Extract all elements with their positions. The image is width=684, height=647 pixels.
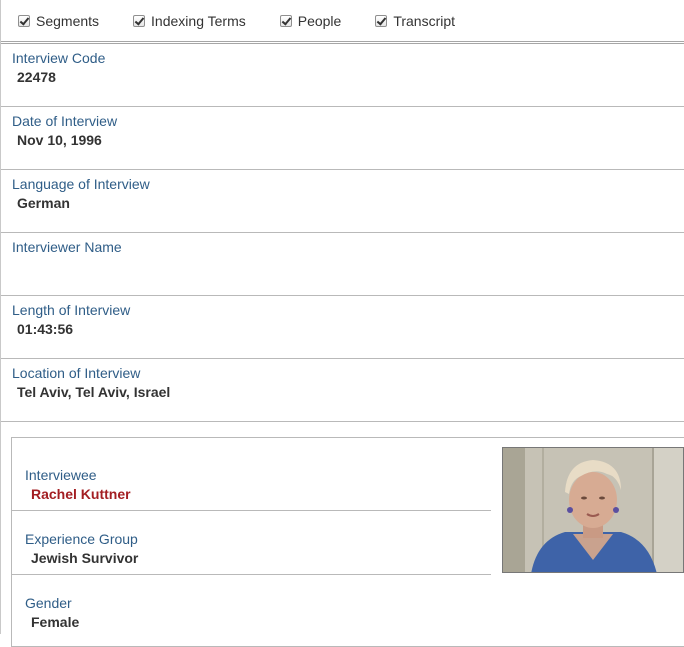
- people-label: People: [297, 12, 342, 29]
- transcript-label: Transcript: [393, 12, 456, 29]
- language-label: Language of Interview: [12, 176, 150, 192]
- indexing-terms-label: Indexing Terms: [151, 12, 246, 29]
- length-value: 01:43:56: [17, 321, 74, 337]
- gender-value: Female: [31, 614, 80, 630]
- interviewee-photo[interactable]: [502, 447, 684, 573]
- location-label: Location of Interview: [12, 365, 141, 381]
- length-row: Length of Interview 01:43:56: [1, 296, 684, 359]
- segments-filter[interactable]: Segments: [18, 13, 99, 29]
- experience-group-value: Jewish Survivor: [31, 550, 139, 566]
- indexing-terms-checkbox[interactable]: [133, 14, 146, 27]
- interview-code-row: Interview Code 22478: [1, 44, 684, 107]
- interviewee-row: Interviewee Rachel Kuttner: [11, 447, 491, 511]
- interviewer-name-row: Interviewer Name: [1, 233, 684, 296]
- language-value: German: [17, 195, 70, 211]
- gender-label: Gender: [25, 595, 72, 611]
- location-value: Tel Aviv, Tel Aviv, Israel: [17, 384, 171, 400]
- transcript-checkbox[interactable]: [375, 14, 388, 27]
- language-row: Language of Interview German: [1, 170, 684, 233]
- transcript-filter[interactable]: Transcript: [375, 13, 455, 29]
- segments-label: Segments: [36, 12, 100, 29]
- experience-group-row: Experience Group Jewish Survivor: [11, 511, 491, 575]
- people-checkbox[interactable]: [279, 14, 292, 27]
- interviewee-photo-image: [503, 448, 683, 572]
- people-filter[interactable]: People: [279, 12, 342, 29]
- interview-code-value: 22478: [17, 69, 56, 85]
- interviewee-name[interactable]: Rachel Kuttner: [25, 485, 491, 503]
- experience-group-label: Experience Group: [25, 531, 138, 547]
- date-of-interview-value: Nov 10, 1996: [17, 132, 102, 148]
- location-row: Location of Interview Tel Aviv, Tel Aviv…: [1, 359, 684, 422]
- indexing-terms-filter[interactable]: Indexing Terms: [133, 13, 246, 29]
- interviewee-label: Interviewee: [25, 467, 97, 483]
- segments-checkbox[interactable]: [18, 14, 30, 27]
- date-of-interview-label: Date of Interview: [12, 113, 118, 129]
- gender-row: Gender Female: [11, 575, 491, 639]
- length-label: Length of Interview: [12, 302, 131, 318]
- interviewer-name-label: Interviewer Name: [12, 239, 122, 255]
- filter-bar: Segments Indexing Terms People Transcrip…: [1, 0, 684, 44]
- date-of-interview-row: Date of Interview Nov 10, 1996: [1, 107, 684, 170]
- interview-code-label: Interview Code: [12, 50, 106, 66]
